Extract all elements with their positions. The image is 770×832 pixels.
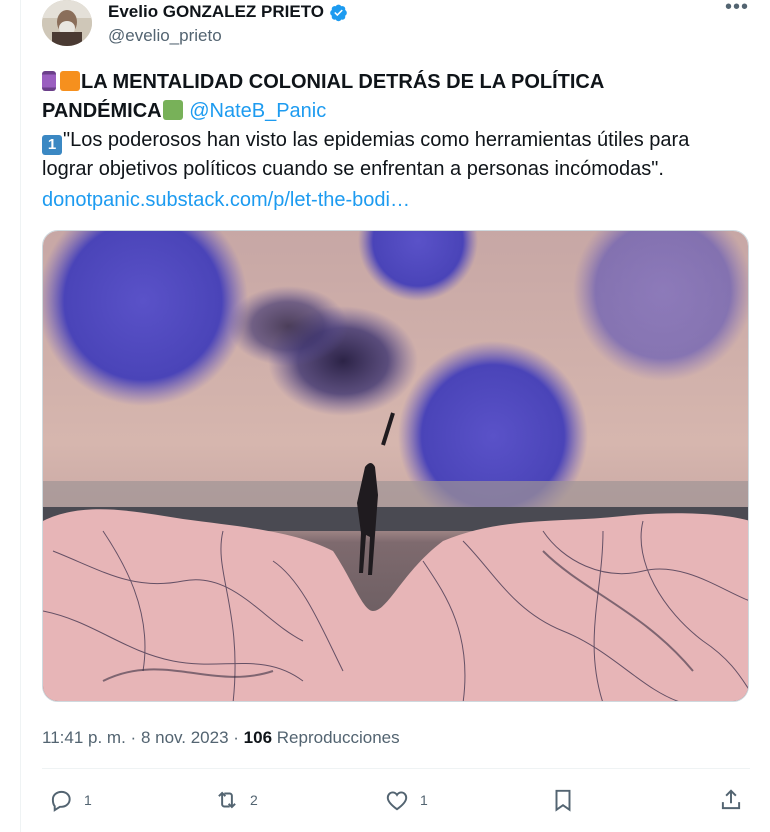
image-artwork	[43, 231, 748, 701]
reply-button[interactable]: 1	[48, 780, 92, 820]
avatar[interactable]	[42, 0, 92, 46]
orange-square-icon	[60, 71, 80, 91]
author-name-row[interactable]: Evelio GONZALEZ PRIETO	[108, 2, 348, 22]
more-options-icon[interactable]: •••	[724, 0, 750, 22]
tweet-image[interactable]	[42, 230, 749, 702]
article-link[interactable]: donotpanic.substack.com/p/let-the-bodi…	[42, 186, 742, 215]
retweet-icon	[218, 791, 236, 809]
views-count: 106	[243, 728, 273, 747]
verified-badge-icon	[330, 4, 347, 21]
tweet-quote: 1 "Los poderosos han visto las epidemias …	[42, 129, 690, 180]
meta-separator: ·	[233, 728, 239, 747]
divider	[42, 768, 750, 769]
views-label: Reproducciones	[276, 728, 400, 747]
tweet-date[interactable]: 8 nov. 2023	[141, 728, 229, 747]
display-name[interactable]: Evelio GONZALEZ PRIETO	[108, 2, 324, 22]
spool-emoji-icon	[42, 71, 56, 91]
share-icon	[721, 789, 741, 810]
timeline-border	[20, 0, 21, 832]
reply-count: 1	[84, 792, 92, 808]
retweet-count: 2	[250, 792, 258, 808]
tweet-time[interactable]: 11:41 p. m.	[42, 728, 126, 747]
tweet-headline: LA MENTALIDAD COLONIAL DETRÁS DE LA POLÍ…	[42, 71, 605, 122]
retweet-button[interactable]: 2	[214, 780, 258, 820]
like-count: 1	[420, 792, 428, 808]
like-button[interactable]: 1	[384, 780, 428, 820]
author-handle[interactable]: @evelio_prieto	[108, 26, 222, 46]
heart-icon	[386, 791, 408, 811]
tweet-actions: 1 2 1	[42, 780, 750, 824]
reply-icon	[51, 790, 71, 812]
meta-separator: ·	[130, 728, 137, 747]
share-button[interactable]	[718, 780, 744, 820]
bookmark-button[interactable]	[550, 780, 576, 820]
green-square-icon	[162, 100, 183, 120]
keycap-one-icon: 1	[42, 135, 62, 155]
tweet-meta: 11:41 p. m. · 8 nov. 2023 · 106 Reproduc…	[42, 728, 400, 748]
tweet[interactable]: Evelio GONZALEZ PRIETO @evelio_prieto ••…	[42, 0, 750, 832]
tweet-text: LA MENTALIDAD COLONIAL DETRÁS DE LA POLÍ…	[42, 68, 742, 215]
mention-link[interactable]: @NateB_Panic	[189, 100, 326, 122]
bookmark-icon	[555, 789, 571, 812]
